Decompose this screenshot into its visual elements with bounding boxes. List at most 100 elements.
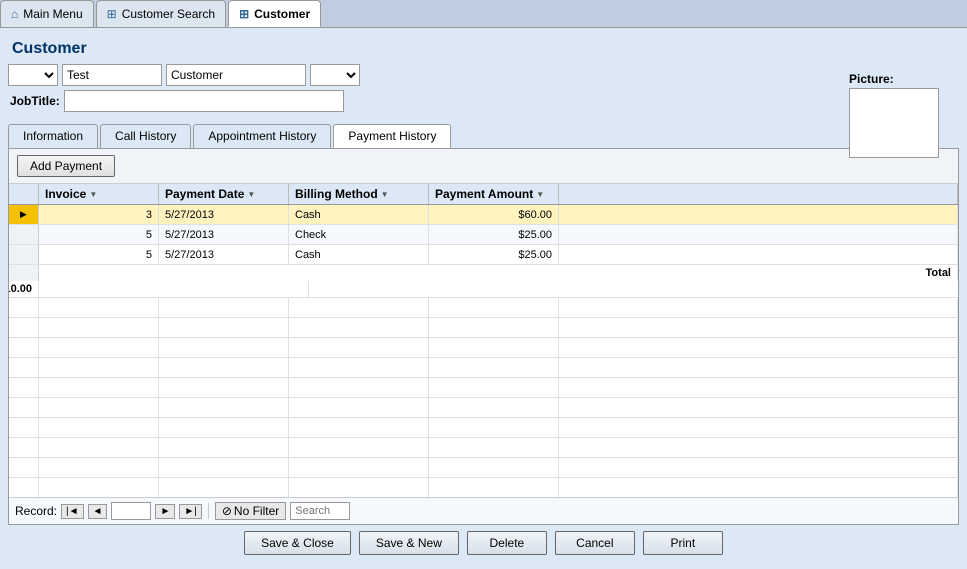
total-label: Total [39,265,958,281]
person-icon: ⊞ [239,7,249,21]
payment-date-sort-icon: ▼ [247,190,255,199]
cell-extra-1 [559,205,958,224]
jobtitle-input[interactable] [64,90,344,112]
empty-rows [9,298,958,497]
picture-label: Picture: [849,72,939,86]
row-indicator-3 [9,245,39,264]
customer-header: Customer JobTitle: [8,36,959,116]
tab-main-menu[interactable]: ⌂ Main Menu [0,0,94,27]
row-indicator-1 [9,205,39,224]
tabs-container: Information Call History Appointment His… [8,124,959,148]
cancel-button[interactable]: Cancel [555,531,635,555]
filter-icon: ⊘ [222,504,232,518]
jobtitle-row: JobTitle: [8,90,959,112]
tabs-and-panel: Information Call History Appointment His… [8,120,959,525]
header-invoice[interactable]: Invoice ▼ [39,184,159,204]
record-next-button[interactable]: ► [155,504,175,519]
header-extra [559,184,958,204]
empty-row [9,318,958,338]
cell-invoice-3: 5 [39,245,159,264]
cell-invoice-1: 3 [39,205,159,224]
empty-row [9,458,958,478]
delete-button[interactable]: Delete [467,531,547,555]
cell-amount-3: $25.00 [429,245,559,264]
record-first-button[interactable]: |◄ [61,504,84,519]
empty-row [9,398,958,418]
tab-payment-history[interactable]: Payment History [333,124,451,148]
cell-extra-2 [559,225,958,244]
total-row: Total $110.00 [9,265,958,298]
payment-amount-sort-icon: ▼ [536,190,544,199]
empty-row [9,338,958,358]
cell-method-3: Cash [289,245,429,264]
jobtitle-label: JobTitle: [10,94,60,108]
tab-call-history[interactable]: Call History [100,124,191,148]
record-number-input[interactable] [111,502,151,520]
cell-method-1: Cash [289,205,429,224]
picture-frame [849,88,939,158]
record-nav: Record: |◄ ◄ ► ►| ⊘ No Filter [9,497,958,524]
tab-customer-search-label: Customer Search [122,7,215,21]
save-new-button[interactable]: Save & New [359,531,459,555]
tab-strip: Information Call History Appointment His… [8,124,959,148]
header-fields [8,64,959,86]
cell-date-1: 5/27/2013 [159,205,289,224]
cell-extra-3 [559,245,958,264]
payment-history-panel: Add Payment Invoice ▼ Payment Date ▼ Bil… [8,148,959,525]
bottom-buttons: Save & Close Save & New Delete Cancel Pr… [8,525,959,561]
search-icon: ⊞ [107,7,117,21]
print-button[interactable]: Print [643,531,723,555]
table-row[interactable]: 5 5/27/2013 Cash $25.00 [9,245,958,265]
total-amount: $110.00 [9,281,39,297]
empty-row [9,298,958,318]
customer-title: Customer [8,40,959,58]
invoice-sort-icon: ▼ [89,190,97,199]
picture-box: Picture: [849,72,939,158]
tab-information[interactable]: Information [8,124,98,148]
panel-toolbar: Add Payment [9,149,958,184]
first-name-input[interactable] [62,64,162,86]
billing-method-sort-icon: ▼ [381,190,389,199]
empty-row [9,358,958,378]
tab-customer-search[interactable]: ⊞ Customer Search [96,0,226,27]
home-icon: ⌂ [11,7,18,21]
cell-method-2: Check [289,225,429,244]
empty-row [9,478,958,497]
header-payment-date[interactable]: Payment Date ▼ [159,184,289,204]
empty-row [9,418,958,438]
cell-invoice-2: 5 [39,225,159,244]
tab-main-menu-label: Main Menu [23,7,82,21]
total-indicator [9,265,39,281]
table-row[interactable]: 5 5/27/2013 Check $25.00 [9,225,958,245]
table-row[interactable]: 3 5/27/2013 Cash $60.00 [9,205,958,225]
add-payment-button[interactable]: Add Payment [17,155,115,177]
tab-appointment-history[interactable]: Appointment History [193,124,331,148]
header-billing-method[interactable]: Billing Method ▼ [289,184,429,204]
title-bar: ⌂ Main Menu ⊞ Customer Search ⊞ Customer [0,0,967,28]
grid-header: Invoice ▼ Payment Date ▼ Billing Method … [9,184,958,205]
empty-row [9,438,958,458]
row-indicator-2 [9,225,39,244]
record-prev-button[interactable]: ◄ [88,504,108,519]
header-payment-amount[interactable]: Payment Amount ▼ [429,184,559,204]
nav-separator [208,503,209,519]
grid-body: 3 5/27/2013 Cash $60.00 5 5/27/2013 Chec… [9,205,958,497]
cell-date-3: 5/27/2013 [159,245,289,264]
tab-customer[interactable]: ⊞ Customer [228,0,321,27]
data-grid: Invoice ▼ Payment Date ▼ Billing Method … [9,184,958,524]
main-content: Customer JobTitle: Picture: [0,28,967,569]
last-name-input[interactable] [166,64,306,86]
header-selector [9,184,39,204]
search-input[interactable] [290,502,350,520]
record-last-button[interactable]: ►| [179,504,202,519]
cell-date-2: 5/27/2013 [159,225,289,244]
empty-row [9,378,958,398]
cell-amount-1: $60.00 [429,205,559,224]
prefix-dropdown[interactable] [8,64,58,86]
total-extra [39,281,309,297]
suffix-dropdown[interactable] [310,64,360,86]
cell-amount-2: $25.00 [429,225,559,244]
customer-section: Customer JobTitle: Picture: [8,36,959,120]
no-filter-button[interactable]: ⊘ No Filter [215,502,286,520]
save-close-button[interactable]: Save & Close [244,531,351,555]
